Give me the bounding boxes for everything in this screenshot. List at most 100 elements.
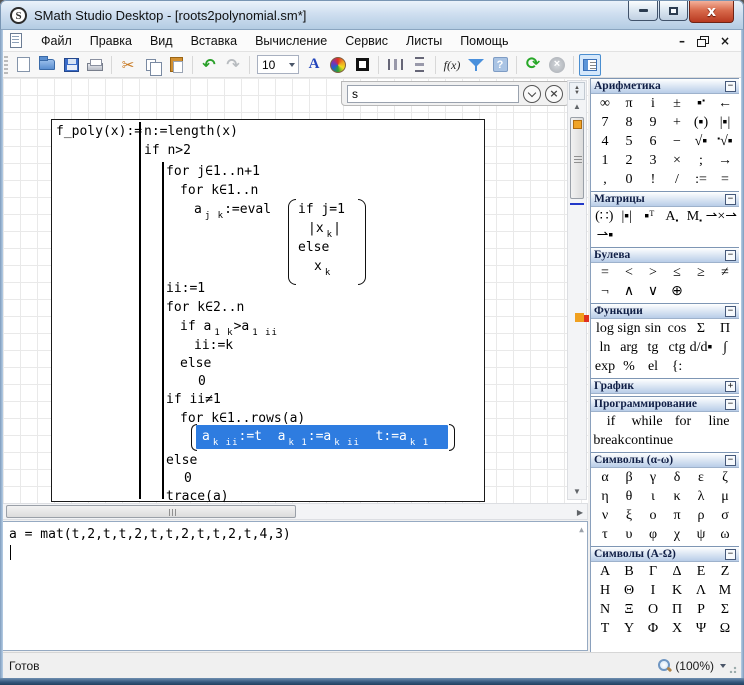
palette-item[interactable]: → xyxy=(718,153,732,169)
palette-item[interactable]: 2 xyxy=(626,153,633,169)
palette-item[interactable]: Χ xyxy=(672,621,682,637)
palette-item[interactable]: ← xyxy=(718,96,732,112)
help-button[interactable]: ? xyxy=(489,54,511,76)
palette-item[interactable]: ν xyxy=(602,508,608,524)
palette-item[interactable]: > xyxy=(649,265,657,281)
close-button[interactable]: x xyxy=(689,1,734,23)
formula-line[interactable]: else xyxy=(298,239,329,256)
palette-item[interactable]: / xyxy=(675,172,679,188)
palette-item[interactable]: while xyxy=(631,414,662,430)
palette-item[interactable]: Π xyxy=(720,321,730,337)
palette-item[interactable]: |▪| xyxy=(720,115,731,131)
palette-item[interactable]: ∫ xyxy=(723,340,727,356)
formula-line[interactable]: if ii≠1 xyxy=(166,391,221,408)
palette-item[interactable]: ω xyxy=(720,527,729,543)
palette-item[interactable]: Ξ xyxy=(624,602,633,618)
palette-item[interactable]: cos xyxy=(668,321,687,337)
palette-item[interactable]: ≠ xyxy=(721,265,729,281)
panel-header[interactable]: Символы (α-ω)− xyxy=(591,452,739,468)
palette-item[interactable]: ⇀▪ xyxy=(597,227,614,244)
panel-header[interactable]: Программирование− xyxy=(591,396,739,412)
splitter-handle[interactable]: ▲▼ xyxy=(569,82,585,100)
palette-item[interactable]: 1 xyxy=(602,153,609,169)
panel-header[interactable]: Матрицы− xyxy=(591,191,739,207)
horizontal-scroll-thumb[interactable] xyxy=(6,505,296,518)
open-button[interactable] xyxy=(36,54,58,76)
maximize-button[interactable] xyxy=(659,1,688,21)
palette-item[interactable]: ∧ xyxy=(624,283,634,300)
palette-item[interactable]: A▪ xyxy=(665,209,678,225)
worksheet-canvas[interactable]: × f_poly(x):=n:=length(x)if n>2for j∈1..… xyxy=(2,78,588,503)
palette-item[interactable]: Ρ xyxy=(697,602,705,618)
scroll-up-icon[interactable]: ▲ xyxy=(570,102,584,111)
palette-item[interactable]: π xyxy=(625,96,632,112)
formula-line[interactable]: trace(a) xyxy=(166,488,229,503)
palette-item[interactable]: ! xyxy=(651,172,656,188)
menu-Помощь[interactable]: Помощь xyxy=(451,31,517,51)
scroll-right-icon[interactable]: ▶ xyxy=(577,508,583,517)
palette-item[interactable]: ln xyxy=(600,340,611,356)
toolbar-grip[interactable] xyxy=(4,56,8,74)
palette-item[interactable]: 0 xyxy=(626,172,633,188)
palette-item[interactable]: ¬ xyxy=(601,284,609,300)
collapse-icon[interactable]: − xyxy=(725,399,736,410)
formula-line[interactable]: for k∈2..n xyxy=(166,299,244,316)
palette-item[interactable]: Μ xyxy=(719,583,731,599)
print-button[interactable] xyxy=(84,54,106,76)
palette-item[interactable]: ctg xyxy=(668,340,685,356)
palette-item[interactable]: 9 xyxy=(650,115,657,131)
palette-item[interactable]: γ xyxy=(650,470,656,486)
palette-item[interactable]: ζ xyxy=(722,470,728,486)
palette-item[interactable]: break xyxy=(593,433,624,449)
palette-item[interactable]: 8 xyxy=(626,115,633,131)
palette-item[interactable]: sign xyxy=(617,321,640,337)
formula-line[interactable]: xk xyxy=(314,258,331,282)
palette-item[interactable]: {: xyxy=(672,359,683,375)
collapse-icon[interactable]: − xyxy=(725,306,736,317)
palette-item[interactable]: = xyxy=(721,172,729,188)
formula-line[interactable]: ak ii:=t ak 1:=ak ii t:=ak 1 xyxy=(202,428,429,452)
cut-button[interactable]: ✂ xyxy=(117,54,139,76)
palette-item[interactable]: × xyxy=(673,153,681,169)
function-button[interactable]: f(x) xyxy=(441,54,463,76)
document-icon[interactable] xyxy=(10,33,22,48)
recalculate-button[interactable]: ⟳ xyxy=(522,54,544,76)
formula-line[interactable]: for k∈1..n xyxy=(180,182,258,199)
find-next-button[interactable] xyxy=(523,85,541,103)
palette-item[interactable]: β xyxy=(625,470,632,486)
palette-item[interactable]: (∷) xyxy=(595,208,613,225)
align-vertical-button[interactable] xyxy=(408,54,430,76)
search-input[interactable] xyxy=(347,85,519,103)
menu-Листы[interactable]: Листы xyxy=(397,31,451,51)
palette-item[interactable]: Σ xyxy=(721,602,729,618)
palette-item[interactable]: μ xyxy=(721,489,729,505)
palette-item[interactable]: σ xyxy=(721,508,729,524)
palette-item[interactable]: Κ xyxy=(672,583,682,599)
scroll-up-icon[interactable]: ▲ xyxy=(579,525,584,534)
palette-item[interactable]: line xyxy=(709,414,730,430)
palette-item[interactable]: Δ xyxy=(672,564,681,580)
palette-item[interactable]: ± xyxy=(673,96,681,112)
palette-item[interactable]: Γ xyxy=(649,564,657,580)
palette-item[interactable]: π xyxy=(673,508,680,524)
palette-item[interactable]: α xyxy=(601,470,608,486)
palette-item[interactable]: √▪ xyxy=(695,134,708,150)
palette-item[interactable]: ε xyxy=(698,470,704,486)
palette-item[interactable]: tg xyxy=(648,340,659,356)
console-line[interactable]: a = mat(t,2,t,t,2,t,t,2,t,t,2,t,4,3) xyxy=(9,527,291,542)
palette-item[interactable]: Σ xyxy=(697,321,705,337)
palette-item[interactable]: ⊕ xyxy=(671,283,683,300)
palette-item[interactable]: log xyxy=(596,321,614,337)
palette-item[interactable]: Ζ xyxy=(721,564,730,580)
formula-line[interactable]: else xyxy=(166,452,197,469)
palette-item[interactable]: < xyxy=(625,265,633,281)
undo-button[interactable]: ↶ xyxy=(198,54,220,76)
palette-item[interactable]: ▪▪ xyxy=(697,96,705,112)
palette-item[interactable]: 7 xyxy=(602,115,609,131)
palette-item[interactable]: Ο xyxy=(648,602,658,618)
vertical-scrollbar[interactable]: ▲▼ ▲ ▼ xyxy=(567,80,587,500)
palette-item[interactable]: ⇀×⇀ xyxy=(706,208,737,225)
menu-Вычисление[interactable]: Вычисление xyxy=(246,31,336,51)
new-sheet-button[interactable] xyxy=(12,54,34,76)
palette-item[interactable]: |▪| xyxy=(621,209,632,225)
